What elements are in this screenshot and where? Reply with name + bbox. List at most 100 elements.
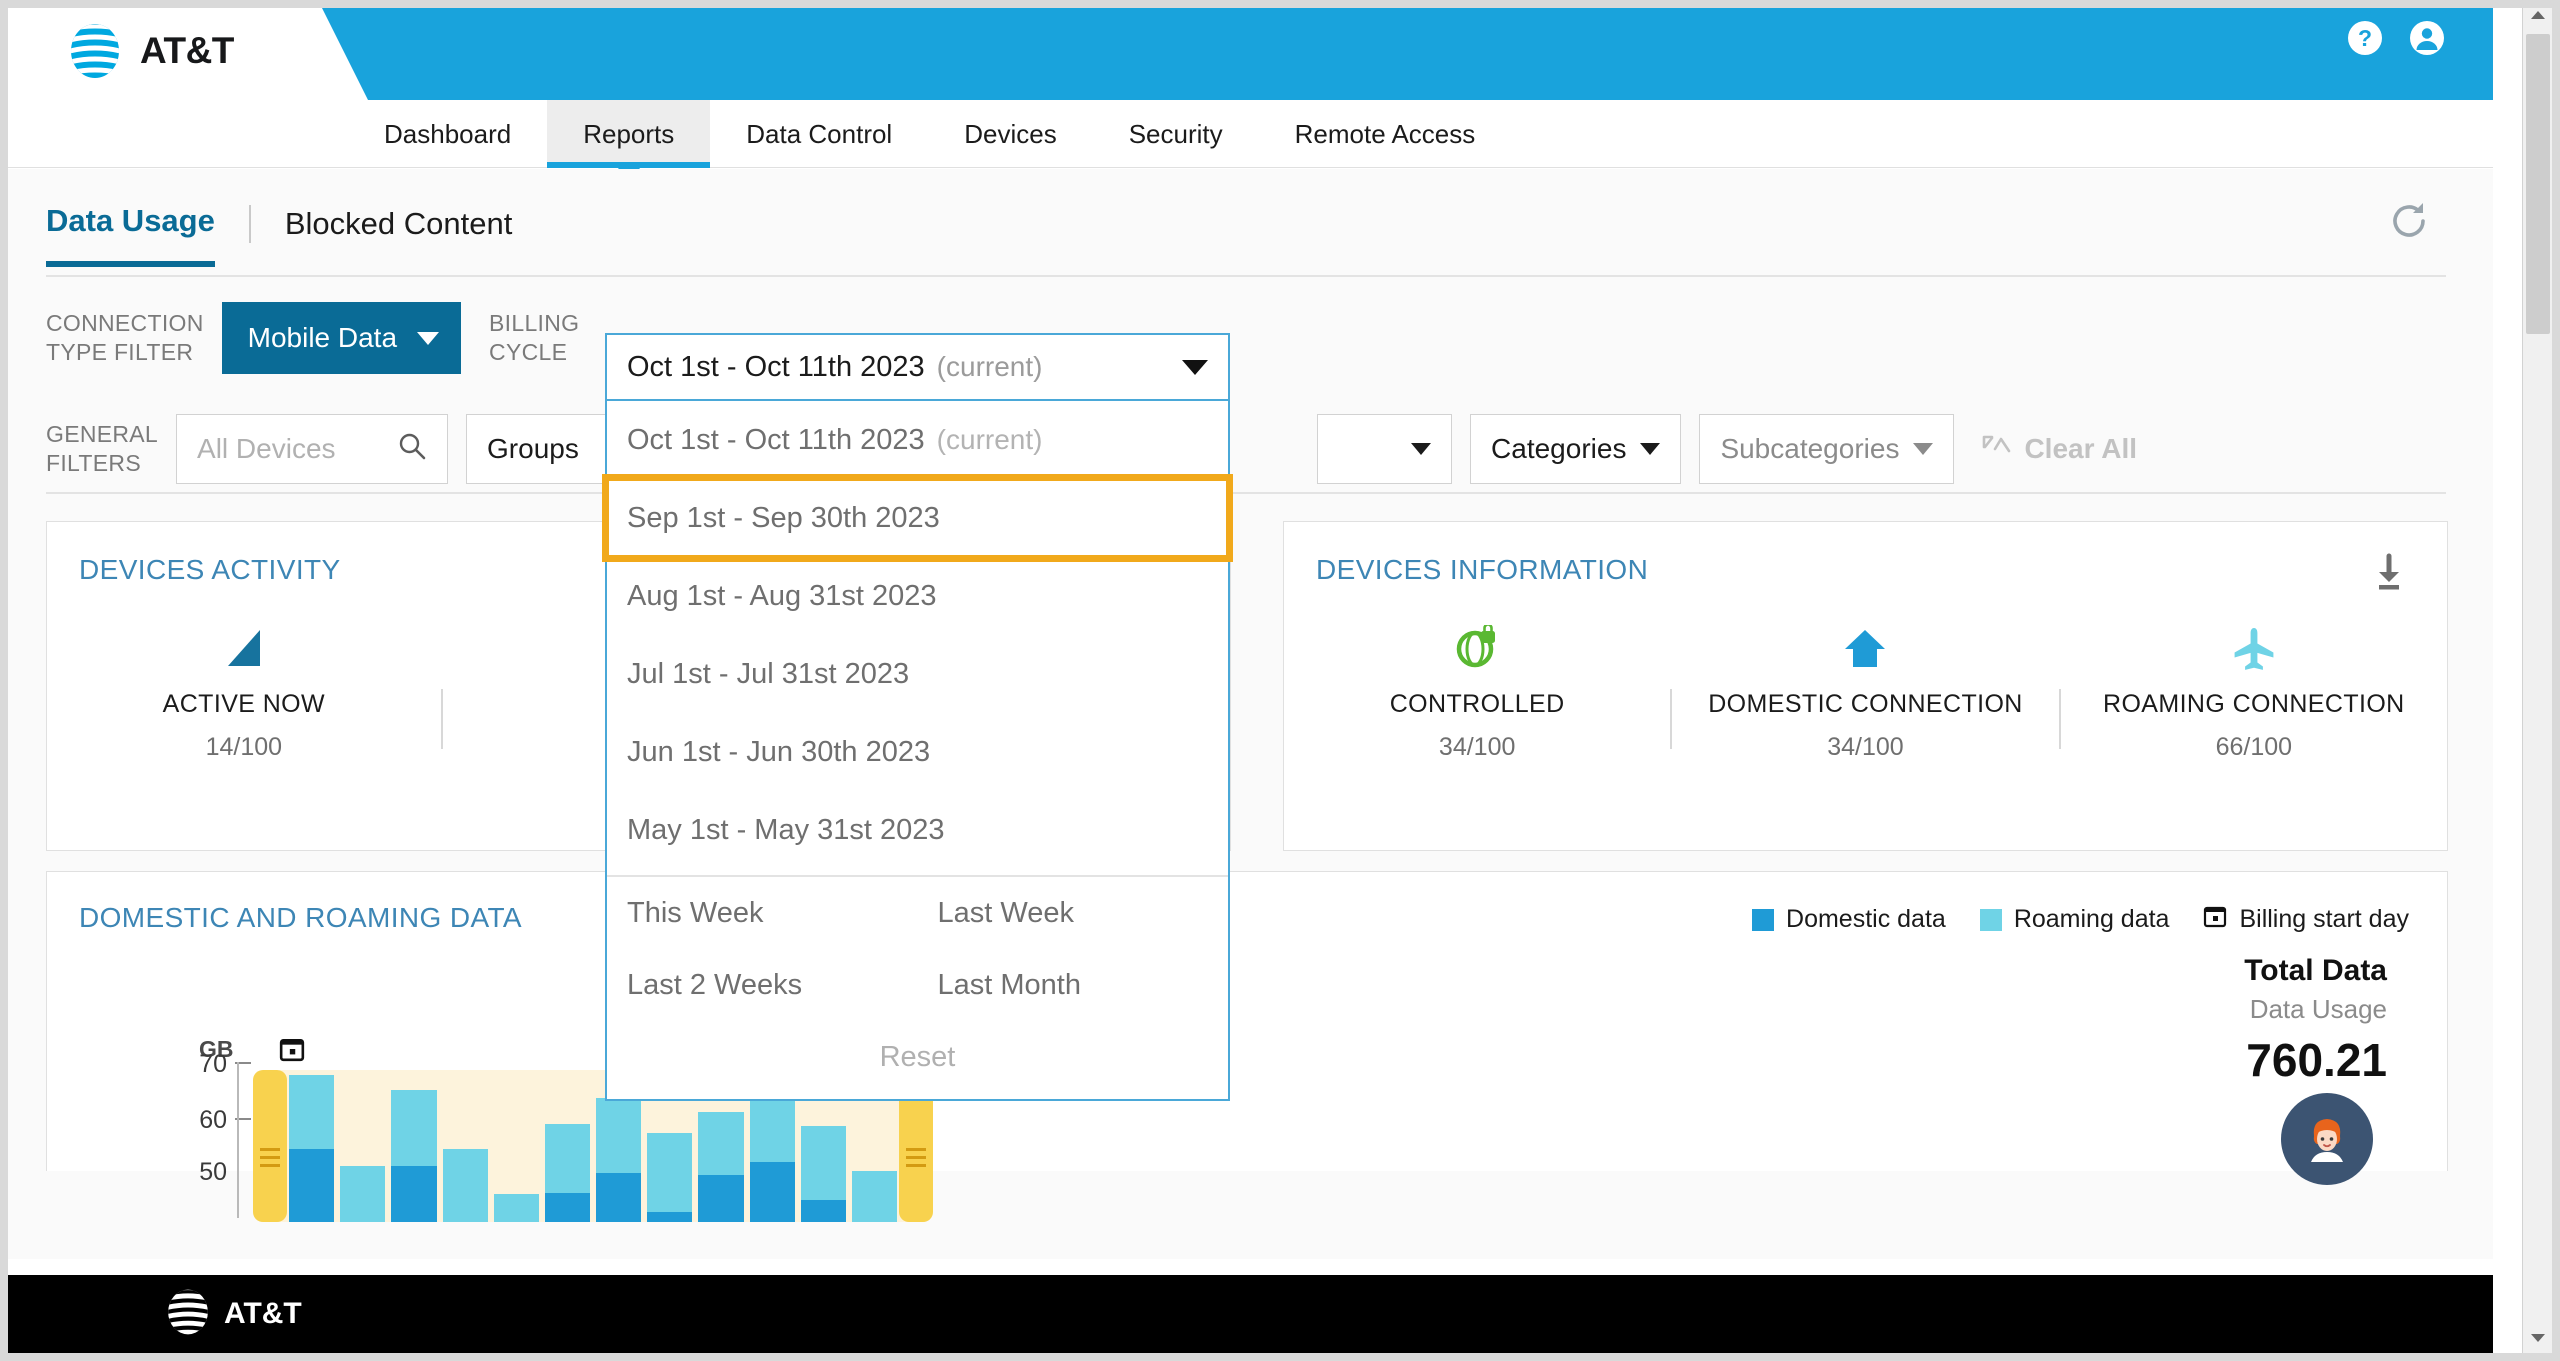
- y-tick-60: 60: [199, 1106, 227, 1134]
- bar-segment-domestic: [800, 1200, 846, 1222]
- tab-blocked-content[interactable]: Blocked Content: [285, 206, 512, 264]
- chevron-down-icon: [1640, 443, 1661, 455]
- bar-column[interactable]: [544, 1124, 591, 1222]
- stat-roaming-connection: ROAMING CONNECTION 66/100: [2061, 620, 2447, 762]
- handle-grip-icon: [906, 1148, 926, 1151]
- total-data-subtitle: Data Usage: [2249, 994, 2387, 1024]
- billing-cycle-option-aug[interactable]: Aug 1st - Aug 31st 2023: [607, 557, 1228, 635]
- bar-column[interactable]: [749, 1088, 795, 1222]
- handle-grip-icon: [260, 1148, 280, 1151]
- bar-column[interactable]: [596, 1097, 642, 1222]
- billing-cycle-option-jul[interactable]: Jul 1st - Jul 31st 2023: [607, 635, 1228, 713]
- nav-label: Reports: [583, 118, 675, 149]
- reset-button[interactable]: Reset: [607, 1021, 1228, 1093]
- refresh-icon[interactable]: [2385, 197, 2433, 245]
- att-globe-icon: [164, 1288, 212, 1341]
- scroll-up-button[interactable]: [2523, 0, 2553, 30]
- connection-type-dropdown[interactable]: Mobile Data: [221, 302, 462, 374]
- calendar-icon: [2203, 904, 2227, 935]
- billing-cycle-option-jun[interactable]: Jun 1st - Jun 30th 2023: [607, 713, 1228, 791]
- quick-range-last-2-weeks[interactable]: Last 2 Weeks: [607, 949, 918, 1021]
- nav-label: Dashboard: [384, 118, 512, 149]
- nav-item-dashboard[interactable]: Dashboard: [348, 100, 547, 168]
- help-circle-icon[interactable]: ?: [2347, 20, 2383, 56]
- bar-column[interactable]: [289, 1075, 335, 1222]
- nav-item-devices[interactable]: Devices: [928, 100, 1092, 168]
- bar-segment-roaming: [851, 1171, 898, 1222]
- billing-cycle-option-may[interactable]: May 1st - May 31st 2023: [607, 791, 1228, 869]
- user-avatar-icon[interactable]: [2281, 1093, 2373, 1185]
- nav-label: Security: [1128, 118, 1223, 149]
- legend-label: Roaming data: [2013, 905, 2170, 933]
- bar-segment-domestic: [647, 1211, 693, 1222]
- bar-column[interactable]: [800, 1125, 846, 1222]
- legend-item-domestic[interactable]: Domestic data: [1752, 905, 1946, 934]
- bar-segment-domestic: [391, 1166, 437, 1222]
- browser-viewport: AT&T ? Dashboard Reports Data Control De…: [8, 0, 2523, 1353]
- chevron-down-icon: [417, 331, 440, 345]
- bar-segment-roaming: [596, 1097, 642, 1173]
- bar-segment-roaming: [647, 1133, 693, 1212]
- bar-column[interactable]: [698, 1112, 744, 1222]
- nav-item-list: Dashboard Reports Data Control Devices S…: [348, 100, 1512, 182]
- range-handle-left[interactable]: [253, 1070, 287, 1222]
- legend-item-roaming[interactable]: Roaming data: [1979, 905, 2170, 934]
- bar-column[interactable]: [647, 1133, 693, 1222]
- billing-cycle-select-trigger[interactable]: Oct 1st - Oct 11th 2023 (current): [605, 333, 1230, 401]
- clear-all-button[interactable]: Clear All: [1982, 433, 2137, 466]
- option-label: Last Month: [937, 968, 1081, 1001]
- subtab-row: Data Usage Blocked Content: [46, 203, 512, 267]
- devices-type-dropdown[interactable]: [1317, 414, 1453, 484]
- chevron-up-icon: [2531, 11, 2545, 19]
- subcategories-dropdown[interactable]: Subcategories: [1699, 414, 1955, 484]
- app-root: AT&T ? Dashboard Reports Data Control De…: [0, 0, 2560, 1361]
- home-icon: [1842, 620, 1888, 676]
- devices-activity-title: DEVICES ACTIVITY: [79, 554, 341, 585]
- billing-cycle-option-oct[interactable]: Oct 1st - Oct 11th 2023 (current): [607, 401, 1228, 479]
- stat-value: 66/100: [2215, 733, 2293, 761]
- chevron-down-icon: [1411, 443, 1432, 455]
- download-icon[interactable]: [2367, 550, 2411, 594]
- page-footer: AT&T: [8, 1275, 2493, 1353]
- nav-item-reports[interactable]: Reports: [547, 100, 711, 182]
- chart-title: DOMESTIC AND ROAMING DATA: [79, 902, 522, 933]
- search-input[interactable]: All Devices: [176, 414, 449, 484]
- bar-column[interactable]: [391, 1090, 437, 1222]
- bar-segment-roaming: [544, 1124, 591, 1193]
- bar-column[interactable]: [442, 1148, 488, 1222]
- stat-value: 14/100: [205, 733, 283, 761]
- bar-segment-domestic: [596, 1172, 642, 1222]
- tab-data-usage[interactable]: Data Usage: [46, 203, 215, 267]
- bar-column[interactable]: [851, 1171, 898, 1222]
- stat-label: DOMESTIC CONNECTION: [1708, 690, 2023, 718]
- att-brand-logo[interactable]: AT&T: [66, 22, 234, 80]
- devices-information-stats: CONTROLLED 34/100 DOMESTIC CONNECTION 34…: [1284, 620, 2447, 762]
- bar-segment-roaming: [698, 1112, 744, 1176]
- user-circle-icon[interactable]: [2409, 20, 2445, 56]
- vertical-scrollbar[interactable]: [2522, 0, 2553, 1353]
- option-label: May 1st - May 31st 2023: [627, 813, 945, 846]
- option-label: Jun 1st - Jun 30th 2023: [627, 735, 931, 768]
- categories-dropdown[interactable]: Categories: [1470, 414, 1682, 484]
- bar-column[interactable]: [340, 1166, 386, 1222]
- nav-item-security[interactable]: Security: [1093, 100, 1259, 168]
- groups-value: Groups: [487, 433, 579, 464]
- legend-item-billing-start-day[interactable]: Billing start day: [2203, 904, 2409, 935]
- y-tick-50: 50: [199, 1158, 227, 1186]
- nav-item-data-control[interactable]: Data Control: [710, 100, 928, 168]
- chevron-down-icon: [2531, 1334, 2545, 1342]
- nav-item-remote-access[interactable]: Remote Access: [1259, 100, 1512, 168]
- legend-label: Billing start day: [2239, 905, 2409, 933]
- billing-cycle-dropdown-menu: Oct 1st - Oct 11th 2023 (current) Sep 1s…: [602, 401, 1233, 1101]
- scrollbar-thumb[interactable]: [2526, 34, 2550, 334]
- scroll-down-button[interactable]: [2523, 1323, 2553, 1353]
- devices-information-title: DEVICES INFORMATION: [1316, 554, 1649, 585]
- page-content: Data Usage Blocked Content CONNECTION TY…: [8, 169, 2493, 1259]
- bar-column[interactable]: [493, 1194, 539, 1222]
- billing-cycle-option-sep[interactable]: Sep 1st - Sep 30th 2023: [602, 474, 1233, 562]
- quick-range-this-week[interactable]: This Week: [607, 877, 918, 949]
- quick-range-last-week[interactable]: Last Week: [918, 877, 1229, 949]
- quick-range-last-month[interactable]: Last Month: [918, 949, 1229, 1021]
- top-header: AT&T ?: [8, 0, 2493, 100]
- filters-section: CONNECTION TYPE FILTER Mobile Data BILLI…: [8, 284, 2493, 514]
